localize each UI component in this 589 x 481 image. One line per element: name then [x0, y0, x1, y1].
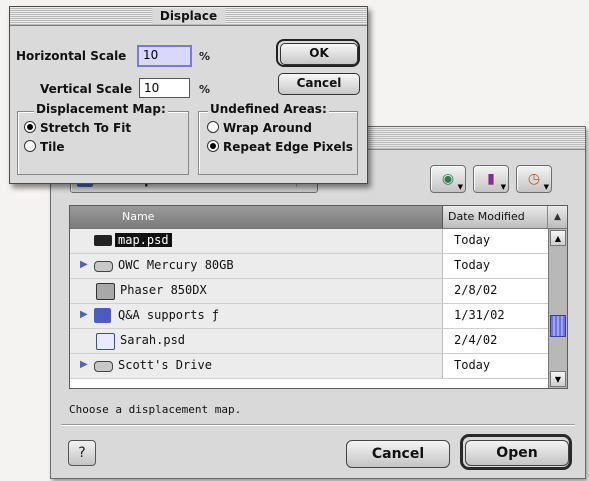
clock-icon: ◷ [527, 171, 541, 187]
file-name: OWC Mercury 80GB [118, 258, 234, 272]
horizontal-percent-label: % [199, 50, 211, 63]
file-row[interactable]: ▶ Scott's Drive Today [70, 354, 548, 379]
open-button[interactable]: Open [465, 440, 569, 466]
radio-selected-icon [207, 140, 219, 152]
document-icon [96, 333, 115, 350]
hard-drive-icon [94, 361, 113, 372]
name-cell: Sarah.psd [70, 329, 443, 353]
scroll-thumb[interactable] [550, 315, 566, 337]
help-icon: ? [78, 445, 86, 461]
cancel-open-button[interactable]: Cancel [346, 440, 450, 468]
file-date: Today [454, 258, 491, 272]
scroll-down-icon[interactable]: ▼ [550, 371, 566, 387]
horizontal-scale-input[interactable]: 10 [137, 45, 192, 67]
folder-icon [94, 308, 111, 323]
globe-icon: ◉ [441, 171, 455, 187]
horizontal-scale-label: Horizontal Scale [16, 49, 127, 63]
hard-drive-icon [94, 261, 113, 272]
file-name: Scott's Drive [118, 358, 212, 372]
vertical-scrollbar[interactable]: ▲ ▼ [548, 229, 567, 388]
displace-dialog: Displace Horizontal Scale 10 % Vertical … [9, 6, 368, 184]
ok-button[interactable]: OK [280, 43, 358, 65]
file-date: Today [454, 358, 491, 372]
tile-radio[interactable]: Tile [24, 140, 65, 154]
name-cell: ▶ Q&A supports ƒ [70, 304, 443, 328]
file-date: Today [454, 233, 491, 247]
file-rows: map.psd Today ▶ OWC Mercury 80GB Today P… [70, 229, 548, 379]
radio-label: Wrap Around [223, 121, 312, 135]
file-row[interactable]: Sarah.psd 2/4/02 [70, 329, 548, 354]
recent-button[interactable]: ◷ ▼ [516, 165, 552, 193]
file-row[interactable]: Phaser 850DX 2/8/02 [70, 279, 548, 304]
name-cell: map.psd [70, 229, 443, 253]
file-name: Phaser 850DX [120, 283, 207, 297]
sort-order-icon[interactable]: ▲ [548, 206, 567, 228]
file-row[interactable]: ▶ OWC Mercury 80GB Today [70, 254, 548, 279]
displacement-map-title: Displacement Map: [34, 102, 168, 116]
radio-label: Repeat Edge Pixels [223, 140, 353, 154]
file-row[interactable]: ▶ Q&A supports ƒ 1/31/02 [70, 304, 548, 329]
photoshop-file-icon [94, 235, 112, 246]
file-name: Sarah.psd [120, 333, 186, 347]
name-cell: ▶ OWC Mercury 80GB [70, 254, 443, 278]
radio-label: Tile [40, 140, 65, 154]
file-name: map.psd [115, 233, 172, 247]
vertical-scale-input[interactable]: 10 [139, 78, 190, 98]
radio-selected-icon [24, 121, 36, 133]
dropdown-arrow-icon: ▼ [543, 183, 549, 191]
name-cell: Phaser 850DX [70, 279, 443, 303]
prompt-text: Choose a displacement map. [69, 403, 242, 416]
disclosure-triangle-icon[interactable]: ▶ [80, 359, 88, 370]
file-date: 2/8/02 [454, 283, 498, 297]
scroll-up-icon[interactable]: ▲ [550, 230, 566, 246]
file-row[interactable]: map.psd Today [70, 229, 548, 254]
date-column-header[interactable]: Date Modified [443, 206, 548, 228]
vertical-percent-label: % [199, 83, 211, 96]
dialog-title: Displace [151, 8, 226, 24]
file-date: 1/31/02 [454, 308, 505, 322]
name-column-header[interactable]: Name [70, 206, 443, 228]
help-button[interactable]: ? [68, 440, 96, 466]
separator [61, 424, 575, 426]
list-header: Name Date Modified ▲ [70, 206, 567, 229]
cancel-button[interactable]: Cancel [278, 73, 360, 95]
dropdown-arrow-icon: ▼ [500, 183, 506, 191]
undefined-areas-title: Undefined Areas: [208, 102, 329, 116]
file-name: Q&A supports ƒ [118, 308, 220, 322]
radio-label: Stretch To Fit [40, 121, 132, 135]
stretch-to-fit-radio[interactable]: Stretch To Fit [24, 121, 131, 135]
radio-unselected-icon [24, 140, 36, 152]
repeat-edge-pixels-radio[interactable]: Repeat Edge Pixels [207, 140, 353, 154]
displace-titlebar[interactable]: Displace [10, 7, 367, 26]
file-date: 2/4/02 [454, 333, 498, 347]
disclosure-triangle-icon[interactable]: ▶ [80, 259, 88, 270]
shortcuts-button[interactable]: ◉ ▼ [430, 165, 466, 193]
dropdown-arrow-icon: ▼ [457, 183, 463, 191]
vertical-scale-label: Vertical Scale [40, 82, 133, 96]
file-list[interactable]: Name Date Modified ▲ map.psd Today ▶ OWC… [69, 205, 568, 389]
radio-unselected-icon [207, 121, 219, 133]
disclosure-triangle-icon[interactable]: ▶ [80, 309, 88, 320]
name-cell: ▶ Scott's Drive [70, 354, 443, 378]
favorites-icon: ▮ [487, 171, 495, 187]
wrap-around-radio[interactable]: Wrap Around [207, 121, 312, 135]
printer-icon [96, 283, 115, 300]
favorites-button[interactable]: ▮ ▼ [473, 165, 509, 193]
